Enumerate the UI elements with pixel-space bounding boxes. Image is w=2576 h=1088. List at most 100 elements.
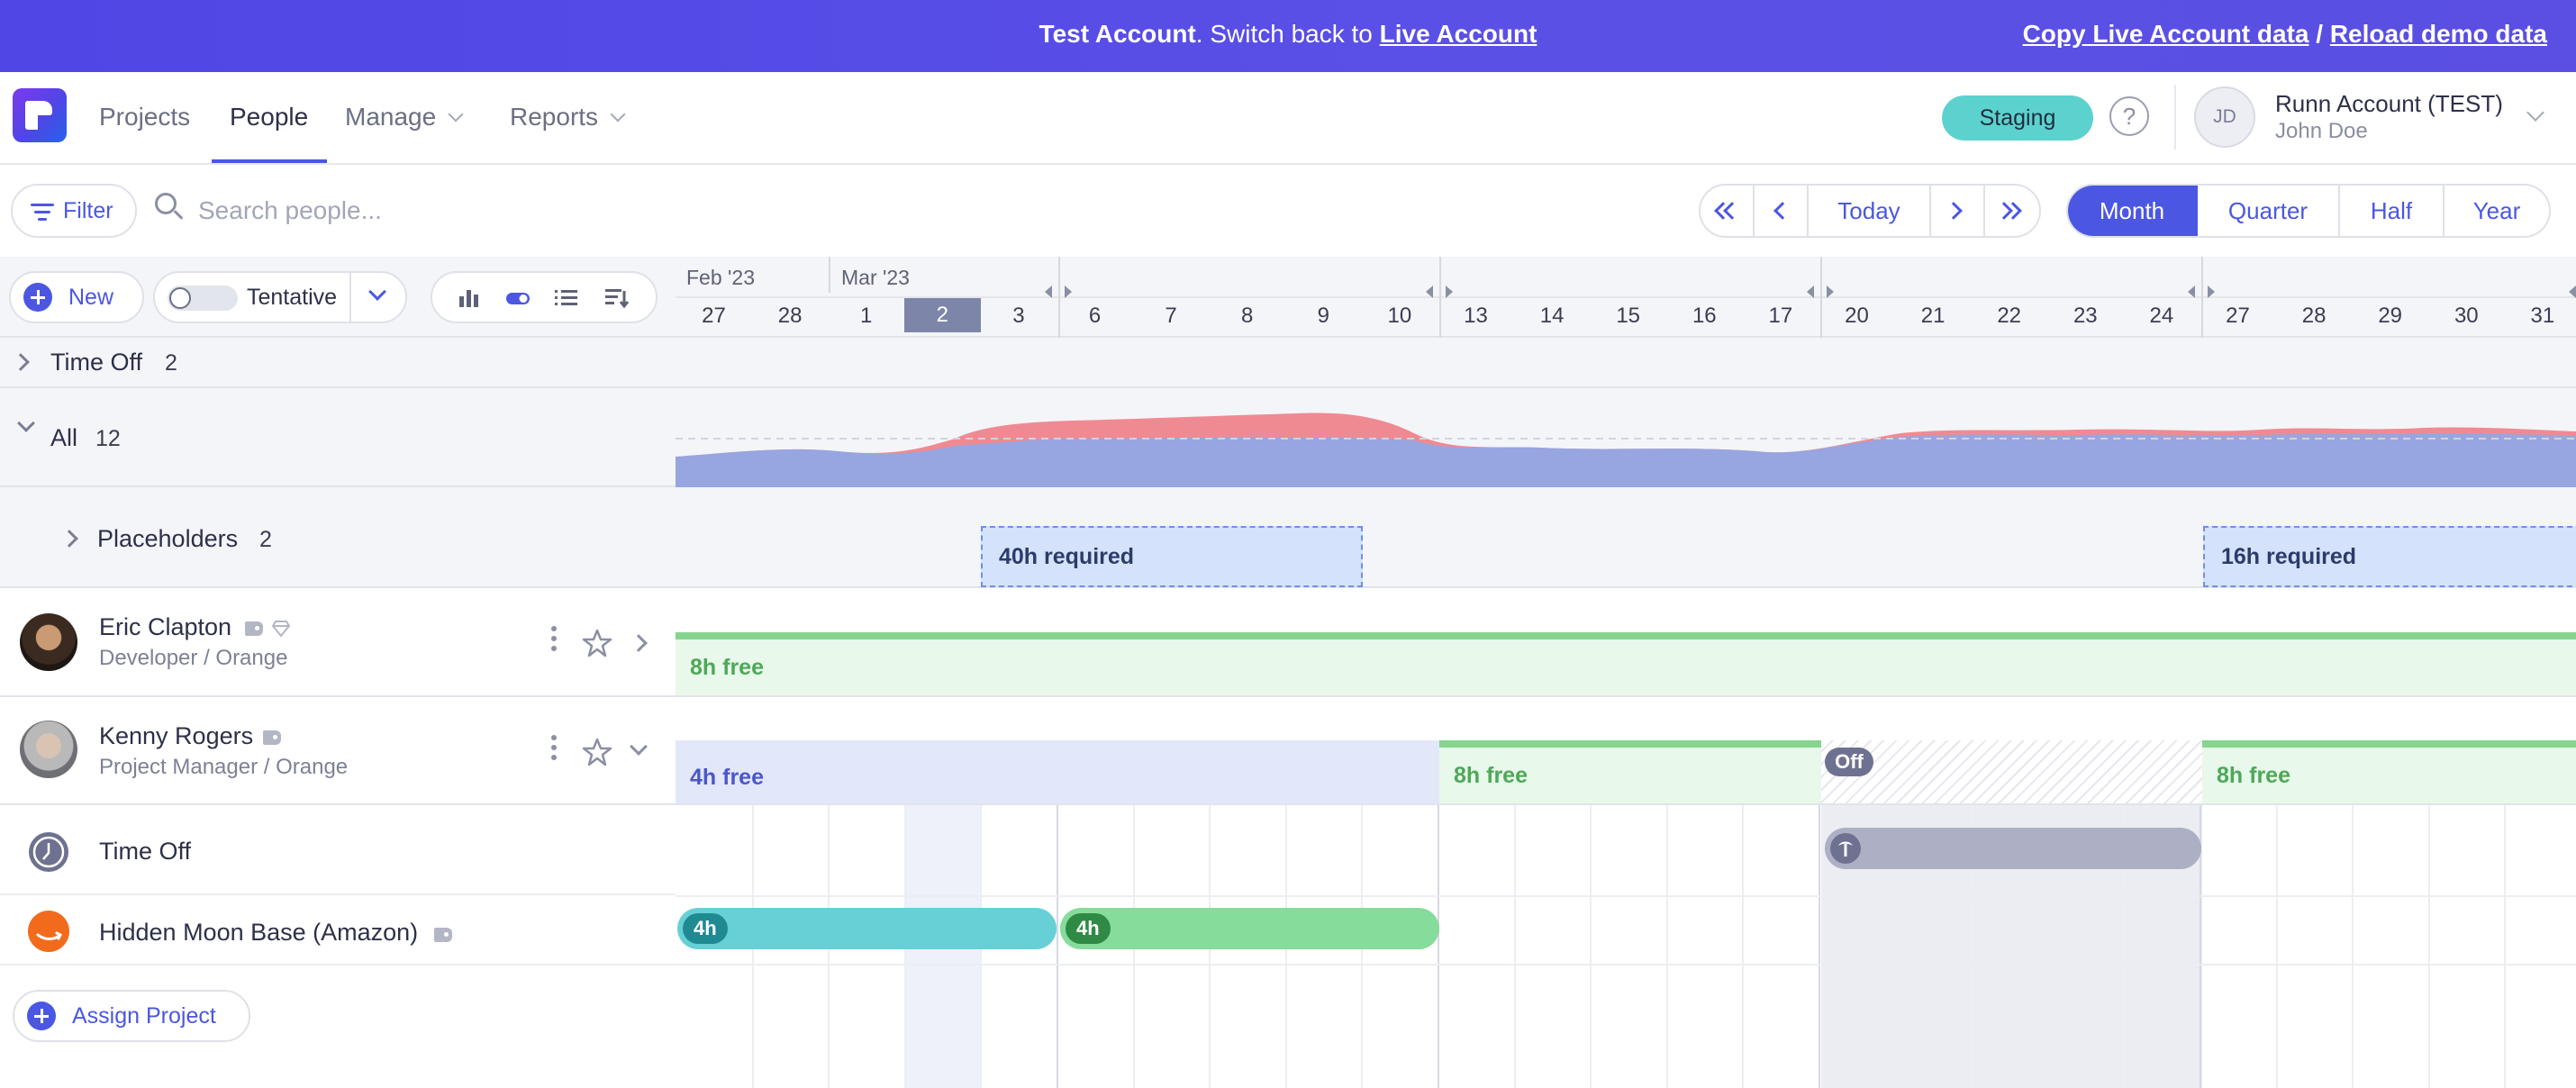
week-collapse-icon[interactable] [2188,286,2195,298]
kebab-icon[interactable] [551,626,557,656]
assignment-label[interactable]: Hidden Moon Base (Amazon) [99,919,418,947]
scale-quarter-button[interactable]: Quarter [2198,186,2340,236]
toggle-switch[interactable] [168,286,238,311]
day-cell: 20 [1845,304,1869,328]
day-cell: 31 [2530,304,2555,328]
user-avatar[interactable]: JD [2194,86,2255,148]
nav-manage[interactable]: Manage [345,103,464,131]
grid-line [1742,805,1744,1088]
toggle-icon[interactable] [504,286,531,311]
day-cell: 27 [2226,304,2250,328]
jump-forward-button[interactable] [1985,186,2039,236]
avatar [20,613,77,671]
banner-right: Copy Live Account data / Reload demo dat… [2023,20,2547,49]
search-icon [155,193,184,220]
week-collapse-icon[interactable] [1807,286,1814,298]
nav-people[interactable]: People [230,103,308,131]
hours-badge: 4h [683,913,728,944]
kenny-time-off-block[interactable]: Off [1821,740,2202,803]
tentative-toggle[interactable]: Tentative [153,271,407,323]
week-collapse-icon[interactable] [1045,286,1052,298]
assignment-row-hidden-moon-base[interactable]: Hidden Moon Base (Amazon) [0,897,676,966]
project-assignment-bar[interactable]: 4h [677,908,1057,949]
person-name[interactable]: Eric Clapton [99,613,231,641]
account-name[interactable]: Runn Account (TEST) [2275,90,2503,118]
time-off-group-count: 2 [165,350,177,376]
live-account-link[interactable]: Live Account [1380,20,1537,48]
previous-button[interactable] [1755,186,1809,236]
top-navigation: Projects People Manage Reports Staging ?… [0,72,2576,165]
help-icon[interactable]: ? [2109,96,2149,136]
bar-chart-icon[interactable] [456,286,483,311]
nav-projects[interactable]: Projects [99,103,190,131]
jump-back-button[interactable] [1701,186,1755,236]
plus-icon [27,1002,56,1030]
week-expand-icon[interactable] [1065,286,1072,298]
placeholders-group[interactable]: Placeholders 2 [0,487,676,588]
chevron-right-icon [12,353,30,371]
day-cell: 7 [1165,304,1177,328]
chevron-down-icon [17,414,35,432]
new-button[interactable]: New [9,271,144,323]
week-collapse-icon[interactable] [2569,286,2576,298]
today-button[interactable]: Today [1809,186,1931,236]
day-cell: 21 [1920,304,1946,328]
time-off-bar[interactable] [1825,828,2201,869]
runn-logo[interactable] [13,88,67,142]
filter-label: Filter [63,198,113,223]
kenny-availability-block[interactable]: 4h free [676,740,1439,803]
day-cell: 30 [2454,304,2479,328]
plus-icon [23,283,52,312]
sort-icon[interactable] [603,286,630,311]
account-chevron-down-icon[interactable] [2526,104,2544,122]
assign-project-button[interactable]: Assign Project [13,990,250,1042]
day-cell: 28 [2301,304,2327,328]
search-input[interactable] [198,188,739,233]
week-expand-icon[interactable] [1827,286,1834,298]
reload-demo-data-link[interactable]: Reload demo data [2330,20,2547,48]
grid-line [1666,805,1668,1088]
hours-badge: 4h [1066,913,1111,944]
time-off-group[interactable]: Time Off 2 [0,338,676,388]
filter-button[interactable]: Filter [11,184,137,238]
person-name[interactable]: Kenny Rogers [99,722,253,750]
scale-half-button[interactable]: Half [2340,186,2444,236]
chevron-down-icon[interactable] [368,283,386,301]
kenny-availability-block[interactable]: 8h free [2202,748,2576,803]
list-icon[interactable] [553,286,580,311]
next-button[interactable] [1931,186,1985,236]
view-options [431,271,658,323]
assignment-row-time-off: Time Off [0,805,676,895]
project-assignment-bar[interactable]: 4h [1060,908,1439,949]
person-row-kenny-rogers[interactable]: Kenny Rogers Project Manager / Orange [0,697,676,805]
star-icon[interactable] [582,628,612,658]
tag-icon [263,730,281,745]
star-icon[interactable] [582,737,612,767]
placeholder-requirement-block[interactable]: 40h required [981,526,1363,587]
eric-availability-block[interactable]: 8h free [676,639,2576,695]
capacity-chart [676,413,2576,487]
week-expand-icon[interactable] [1446,286,1453,298]
person-row-eric-clapton[interactable]: Eric Clapton Developer / Orange [0,588,676,697]
amazon-icon [28,911,69,952]
scale-month-button[interactable]: Month [2068,186,2198,236]
user-name: John Doe [2275,119,2368,143]
kenny-availability-block[interactable]: 8h free [1439,748,1821,803]
chevron-right-icon[interactable] [630,634,648,652]
nav-reports[interactable]: Reports [510,103,626,131]
chevron-down-icon[interactable] [630,738,648,756]
kebab-icon[interactable] [551,735,557,765]
copy-live-data-link[interactable]: Copy Live Account data [2023,20,2309,48]
month-label-mar: Mar '23 [841,266,910,289]
chevron-right-icon [60,530,78,548]
week-collapse-icon[interactable] [1426,286,1433,298]
all-group[interactable]: All 12 [0,388,676,487]
availability-bar [676,632,2576,639]
day-cell: 14 [1539,304,1565,328]
week-expand-icon[interactable] [2208,286,2215,298]
scale-year-button[interactable]: Year [2444,186,2549,236]
placeholders-group-count: 2 [259,527,272,552]
placeholder-requirement-block[interactable]: 16h required [2203,526,2576,587]
controls-row: New Tentative [0,257,676,338]
grid-line [2352,805,2354,1088]
